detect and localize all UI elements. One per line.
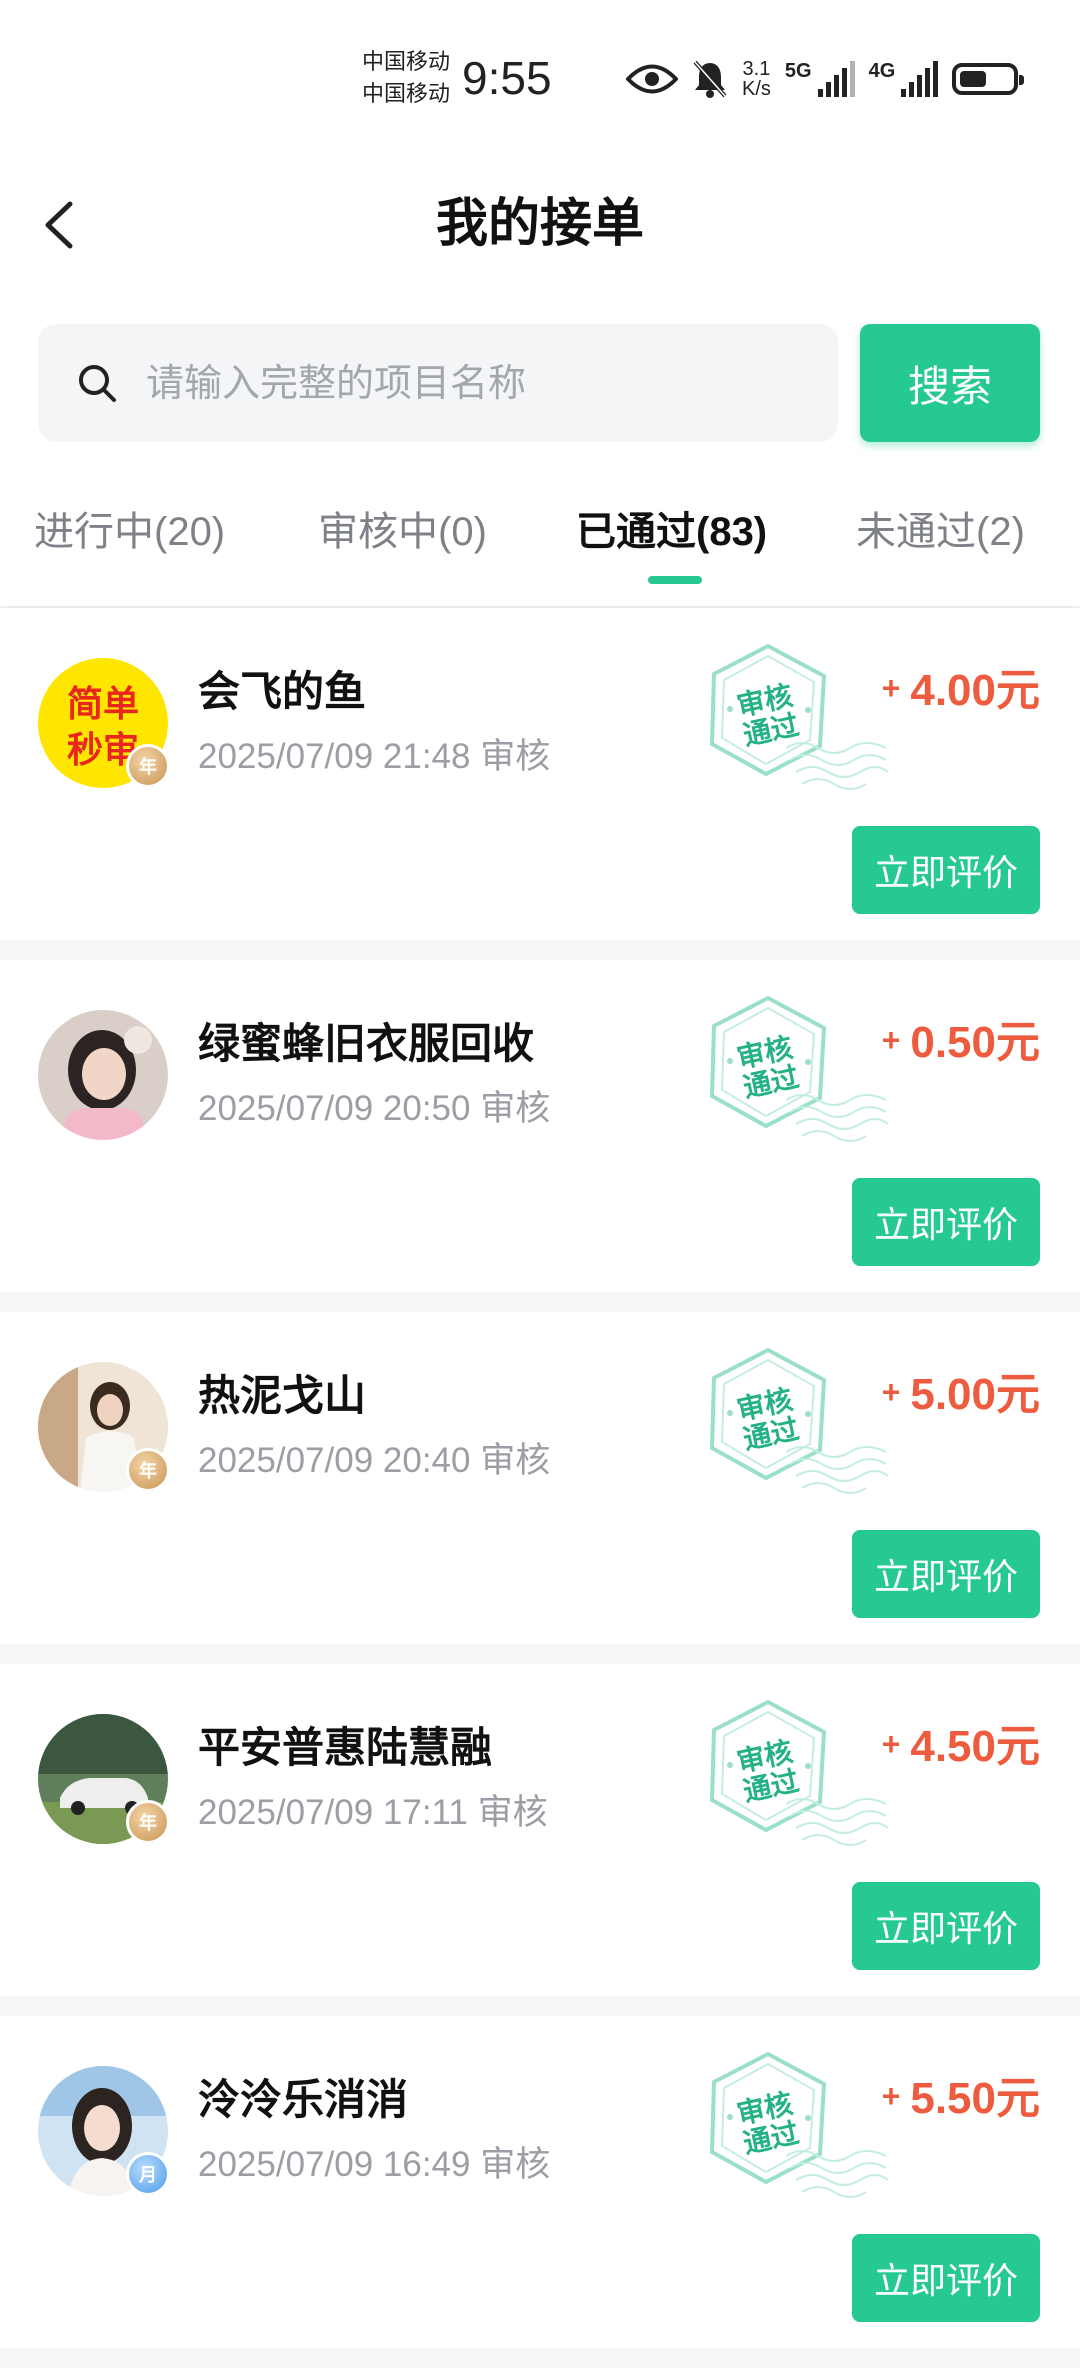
review-time: 2025/07/09 17:11 审核 (198, 1793, 548, 1832)
reward-amount: +5.00元 (882, 1362, 1040, 1425)
membership-badge: 年 (126, 1448, 170, 1492)
search-box (38, 324, 838, 442)
speed-unit: K/s (742, 78, 771, 100)
reward-amount: +4.00元 (882, 658, 1040, 721)
amount-value: 5.00元 (910, 1370, 1040, 1419)
tab-under-review[interactable]: 审核中(0) (318, 502, 487, 562)
rate-now-button[interactable]: 立即评价 (852, 1178, 1040, 1266)
order-card[interactable]: 年 平安普惠陆慧融 2025/07/09 17:11 审核 审核 通过 +4.50… (0, 1664, 1080, 1996)
bell-off-icon (693, 60, 727, 98)
avatar-text-line1: 简单 (67, 684, 139, 725)
rate-now-button[interactable]: 立即评价 (852, 1882, 1040, 1970)
status-time: 9:55 (462, 52, 552, 104)
navigation-bar: 我的接单 (0, 150, 1080, 300)
project-name: 会飞的鱼 (198, 668, 367, 715)
review-time: 2025/07/09 20:40 审核 (198, 1441, 551, 1480)
reward-amount: +4.50元 (882, 1714, 1040, 1777)
reward-amount: +0.50元 (882, 1010, 1040, 1073)
signal-icon (901, 61, 939, 97)
tab-rejected[interactable]: 未通过(2) (856, 502, 1025, 562)
project-name: 平安普惠陆慧融 (198, 1724, 493, 1771)
signal-4g: 4G (869, 61, 939, 97)
tab-in-progress[interactable]: 进行中(20) (34, 502, 225, 562)
amount-value: 4.50元 (910, 1722, 1040, 1771)
eye-icon (626, 64, 678, 94)
rate-now-button[interactable]: 立即评价 (852, 826, 1040, 914)
search-input[interactable] (144, 350, 808, 418)
plus-sign: + (881, 2078, 901, 2114)
battery-icon (952, 63, 1025, 95)
carrier-2: 中国移动 (362, 81, 451, 106)
speed-value: 3.1 (742, 58, 771, 80)
status-bar: 中国移动 中国移动 9:55 3.1 K/s 5G 4G (0, 0, 1080, 150)
plus-sign: + (881, 1726, 901, 1762)
active-tab-indicator (648, 576, 702, 584)
review-time: 2025/07/09 20:50 审核 (198, 1089, 551, 1128)
order-card[interactable]: 绿蜜蜂旧衣服回收 2025/07/09 20:50 审核 审核 通过 +0.50元… (0, 960, 1080, 1292)
search-button[interactable]: 搜索 (860, 324, 1040, 442)
search-bar: 搜索 (0, 300, 1080, 480)
membership-badge: 月 (126, 2152, 170, 2196)
membership-badge: 年 (126, 1800, 170, 1844)
network-speed: 3.1 K/s (742, 59, 771, 99)
search-icon (79, 365, 116, 402)
carrier-labels: 中国移动 中国移动 (362, 46, 450, 110)
rate-now-button[interactable]: 立即评价 (852, 1530, 1040, 1618)
project-name: 泠泠乐消消 (198, 2076, 409, 2123)
page-title: 我的接单 (435, 195, 644, 253)
status-icons: 3.1 K/s 5G 4G (626, 54, 1025, 104)
network-label-5g: 5G (784, 60, 812, 82)
order-list: 简单 秒审 年 会飞的鱼 2025/07/09 21:48 审核 审核 通过 +4… (0, 608, 1080, 2368)
membership-badge: 年 (126, 744, 170, 788)
review-time: 2025/07/09 21:48 审核 (198, 737, 551, 776)
order-card[interactable]: 年 热泥戈山 2025/07/09 20:40 审核 审核 通过 +5.00元 立… (0, 1312, 1080, 1644)
project-name: 热泥戈山 (198, 1372, 367, 1419)
carrier-1: 中国移动 (362, 49, 451, 74)
plus-sign: + (881, 1022, 901, 1058)
order-card[interactable]: 月 泠泠乐消消 2025/07/09 16:49 审核 审核 通过 +5.50元 … (0, 2016, 1080, 2348)
amount-value: 5.50元 (910, 2074, 1040, 2123)
project-name: 绿蜜蜂旧衣服回收 (198, 1020, 535, 1067)
reward-amount: +5.50元 (882, 2066, 1040, 2129)
avatar (38, 1010, 168, 1140)
plus-sign: + (881, 1374, 901, 1410)
order-card[interactable]: 简单 秒审 年 会飞的鱼 2025/07/09 21:48 审核 审核 通过 +4… (0, 608, 1080, 940)
tab-approved[interactable]: 已通过(83) (576, 502, 767, 562)
amount-value: 0.50元 (910, 1018, 1040, 1067)
rate-now-button[interactable]: 立即评价 (852, 2234, 1040, 2322)
signal-5g: 5G (785, 61, 855, 97)
plus-sign: + (881, 670, 901, 706)
amount-value: 4.00元 (910, 666, 1040, 715)
review-time: 2025/07/09 16:49 审核 (198, 2145, 551, 2184)
status-tabs: 进行中(20) 审核中(0) 已通过(83) 未通过(2) (0, 480, 1080, 606)
network-label-4g: 4G (868, 60, 896, 82)
signal-icon (817, 61, 855, 97)
